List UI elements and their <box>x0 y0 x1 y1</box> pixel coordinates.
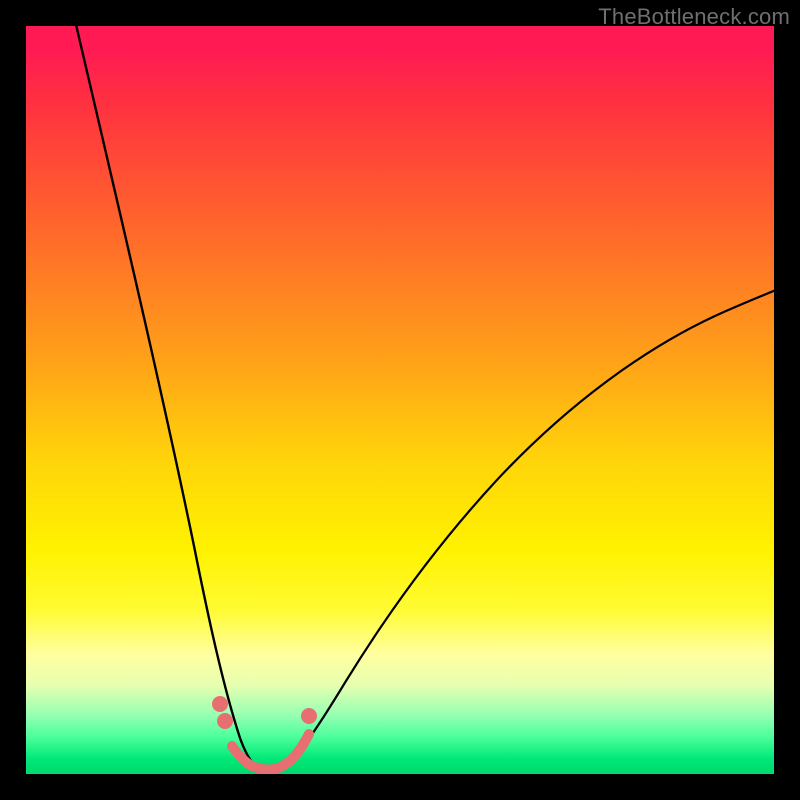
watermark-text: TheBottleneck.com <box>598 4 790 30</box>
plot-area <box>26 26 774 774</box>
chart-frame: TheBottleneck.com <box>0 0 800 800</box>
curve-right-branch <box>284 286 774 768</box>
curve-left-branch <box>74 26 258 768</box>
valley-floor <box>232 734 309 770</box>
bottleneck-curve <box>26 26 774 774</box>
marker-dot <box>217 713 233 729</box>
marker-dot <box>212 696 228 712</box>
marker-dot <box>301 708 317 724</box>
